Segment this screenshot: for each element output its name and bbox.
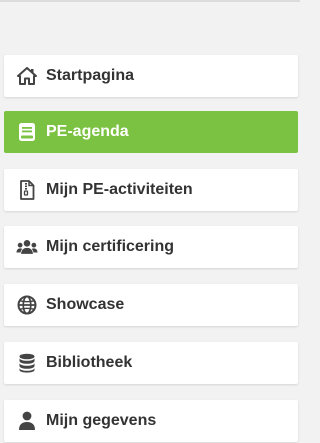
sidebar-item-label: Mijn gegevens bbox=[46, 412, 157, 429]
sidebar-item-bibliotheek[interactable]: Bibliotheek bbox=[4, 342, 298, 384]
sidebar-nav: Startpagina PE-agenda Mijn PE-activiteit bbox=[0, 0, 300, 443]
home-icon bbox=[16, 65, 38, 87]
book-icon bbox=[16, 121, 38, 143]
sidebar-item-label: Mijn certificering bbox=[46, 238, 175, 255]
sidebar-item-label: Startpagina bbox=[46, 67, 135, 84]
sidebar-item-label: Bibliotheek bbox=[46, 354, 133, 371]
globe-icon bbox=[16, 294, 38, 316]
sidebar-item-pe-agenda[interactable]: PE-agenda bbox=[4, 111, 298, 153]
file-archive-icon bbox=[16, 179, 38, 201]
sidebar-item-label: Mijn PE-activiteiten bbox=[46, 181, 193, 198]
sidebar-item-label: Showcase bbox=[46, 296, 125, 313]
sidebar-item-startpagina[interactable]: Startpagina bbox=[4, 55, 298, 97]
users-icon bbox=[16, 236, 38, 258]
sidebar-item-mijn-certificering[interactable]: Mijn certificering bbox=[4, 226, 298, 268]
sidebar-item-mijn-gegevens[interactable]: Mijn gegevens bbox=[4, 400, 298, 442]
user-icon bbox=[16, 410, 38, 432]
database-icon bbox=[16, 352, 38, 374]
sidebar-item-label: PE-agenda bbox=[46, 123, 129, 140]
sidebar-item-showcase[interactable]: Showcase bbox=[4, 284, 298, 326]
sidebar-item-mijn-pe-activiteiten[interactable]: Mijn PE-activiteiten bbox=[4, 169, 298, 211]
